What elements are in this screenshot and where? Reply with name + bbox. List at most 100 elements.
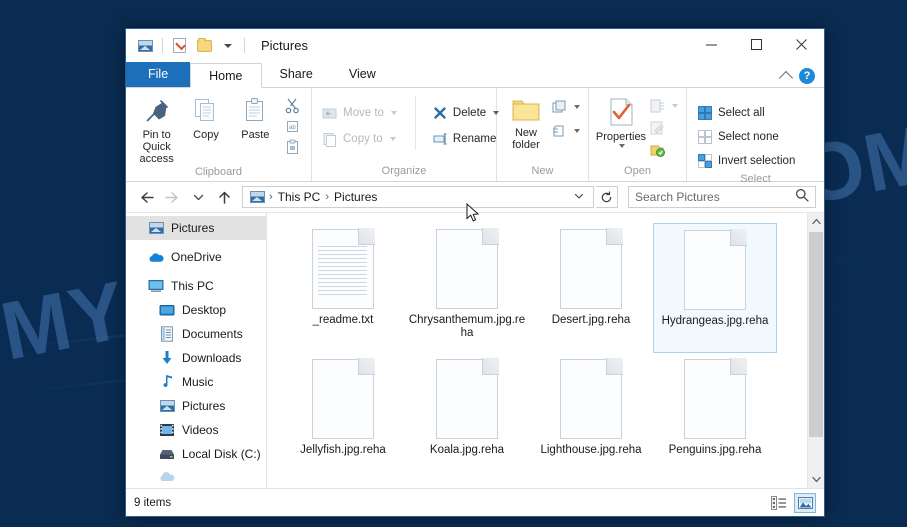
- sidebar-item-local-disk-c[interactable]: Local Disk (C:): [126, 442, 266, 466]
- copy-path-button[interactable]: ab: [280, 116, 305, 136]
- maximize-icon[interactable]: [734, 29, 779, 60]
- properties-icon: [610, 98, 633, 126]
- help-icon[interactable]: ?: [799, 68, 815, 84]
- file-item[interactable]: Penguins.jpg.reha: [653, 353, 777, 483]
- chevron-down-icon[interactable]: [672, 103, 678, 108]
- copy-button[interactable]: Copy: [181, 93, 230, 141]
- file-list-pane[interactable]: _readme.txt Chrysanthemum.jpg.reha Deser…: [267, 213, 824, 488]
- tab-view[interactable]: View: [331, 62, 394, 87]
- file-item[interactable]: Desert.jpg.reha: [529, 223, 653, 353]
- copy-to-label: Copy to: [343, 133, 383, 145]
- breadcrumb-this-pc[interactable]: This PC: [274, 190, 325, 204]
- open-button[interactable]: [647, 96, 680, 115]
- file-explorer-window: Pictures File Home Share View ? Pin to Q…: [125, 28, 825, 517]
- picture-icon[interactable]: [136, 36, 155, 55]
- sidebar-item-music[interactable]: Music: [126, 370, 266, 394]
- ribbon: Pin to Quick access Copy Paste ab Clipbo…: [126, 87, 824, 185]
- chevron-down-icon[interactable]: [390, 111, 397, 115]
- chevron-down-icon[interactable]: [574, 105, 580, 109]
- sidebar-item-network-partial[interactable]: [126, 466, 266, 488]
- chevron-down-icon[interactable]: [389, 137, 396, 141]
- file-item[interactable]: Chrysanthemum.jpg.reha: [405, 223, 529, 353]
- sidebar-item-videos[interactable]: Videos: [126, 418, 266, 442]
- search-icon[interactable]: [795, 188, 809, 207]
- recent-locations-button[interactable]: [186, 185, 210, 209]
- title-bar[interactable]: Pictures: [126, 29, 824, 62]
- window-title: Pictures: [261, 38, 308, 53]
- network-icon: [159, 470, 175, 486]
- tab-share[interactable]: Share: [262, 62, 331, 87]
- chevron-down-icon[interactable]: [619, 144, 625, 148]
- large-icons-view-button[interactable]: [794, 492, 816, 513]
- details-view-button[interactable]: [768, 493, 790, 513]
- edit-button[interactable]: [647, 118, 680, 137]
- select-none-icon: [698, 130, 712, 144]
- properties-icon[interactable]: [170, 36, 189, 55]
- select-all-button[interactable]: Select all: [693, 102, 799, 124]
- breadcrumb-pictures[interactable]: Pictures: [330, 190, 381, 204]
- desktop-icon: [159, 302, 175, 318]
- sidebar-item-onedrive[interactable]: OneDrive: [126, 245, 266, 269]
- sidebar-item-desktop[interactable]: Desktop: [126, 298, 266, 322]
- copy-to-icon: [323, 133, 336, 147]
- pin-icon: [146, 100, 168, 122]
- chevron-down-icon[interactable]: [574, 129, 580, 133]
- forward-button[interactable]: [160, 185, 184, 209]
- pin-to-quick-access-button[interactable]: Pin to Quick access: [132, 93, 181, 165]
- select-none-button[interactable]: Select none: [693, 126, 799, 148]
- copy-label: Copy: [193, 129, 219, 141]
- history-button[interactable]: [647, 140, 680, 159]
- invert-selection-button[interactable]: Invert selection: [693, 150, 799, 172]
- clipboard-small-buttons: ab: [280, 93, 305, 157]
- ribbon-group-new: New folder New: [497, 88, 589, 181]
- sidebar-item-documents[interactable]: Documents: [126, 322, 266, 346]
- breadcrumb-bar[interactable]: › This PC › Pictures: [242, 186, 594, 208]
- paste-shortcut-icon: [286, 139, 298, 154]
- file-item[interactable]: Lighthouse.jpg.reha: [529, 353, 653, 483]
- chevron-down-icon[interactable]: [218, 36, 237, 55]
- new-folder-label: New folder: [512, 127, 540, 151]
- move-to-button[interactable]: Move to: [318, 102, 401, 124]
- chevron-up-icon[interactable]: [778, 70, 794, 86]
- sidebar-item-label: Documents: [182, 327, 243, 341]
- copy-to-button[interactable]: Copy to: [318, 128, 401, 150]
- new-item-button[interactable]: [549, 97, 582, 117]
- chevron-down-icon[interactable]: [573, 190, 589, 205]
- properties-button[interactable]: Properties: [595, 93, 647, 148]
- new-folder-button[interactable]: New folder: [503, 93, 549, 151]
- sidebar-item-label: [182, 471, 185, 485]
- sidebar-item-this-pc[interactable]: This PC: [126, 274, 266, 298]
- paste-button[interactable]: Paste: [231, 93, 280, 141]
- cut-button[interactable]: [280, 95, 305, 115]
- refresh-button[interactable]: [596, 186, 618, 208]
- ribbon-group-clipboard: Pin to Quick access Copy Paste ab Clipbo…: [126, 88, 312, 181]
- up-button[interactable]: [212, 185, 236, 209]
- minimize-icon[interactable]: [689, 29, 734, 60]
- close-icon[interactable]: [779, 29, 824, 60]
- history-icon: [650, 145, 665, 157]
- search-input[interactable]: Search Pictures: [628, 186, 816, 208]
- easy-access-button[interactable]: [549, 121, 582, 141]
- scroll-down-icon[interactable]: [808, 471, 824, 488]
- delete-button[interactable]: Delete: [428, 102, 503, 124]
- file-item[interactable]: Jellyfish.jpg.reha: [281, 353, 405, 483]
- file-item[interactable]: Koala.jpg.reha: [405, 353, 529, 483]
- sidebar-item-pictures[interactable]: Pictures: [126, 394, 266, 418]
- divider: [244, 38, 245, 53]
- tab-home[interactable]: Home: [190, 63, 262, 88]
- file-name: Penguins.jpg.reha: [668, 444, 762, 456]
- tab-file[interactable]: File: [126, 62, 191, 87]
- sidebar-item-downloads[interactable]: Downloads: [126, 346, 266, 370]
- back-button[interactable]: [134, 185, 158, 209]
- folder-icon[interactable]: [195, 36, 214, 55]
- sidebar-item-pictures-quick[interactable]: Pictures: [126, 216, 266, 240]
- rename-button[interactable]: Rename: [428, 128, 503, 150]
- svg-text:ab: ab: [289, 125, 296, 131]
- scrollbar-thumb[interactable]: [809, 232, 823, 437]
- paste-shortcut-button[interactable]: [280, 137, 305, 157]
- vertical-scrollbar[interactable]: [807, 213, 824, 488]
- scroll-up-icon[interactable]: [808, 213, 824, 230]
- text-lines: [318, 236, 367, 302]
- file-item-selected[interactable]: Hydrangeas.jpg.reha: [653, 223, 777, 353]
- file-item[interactable]: _readme.txt: [281, 223, 405, 353]
